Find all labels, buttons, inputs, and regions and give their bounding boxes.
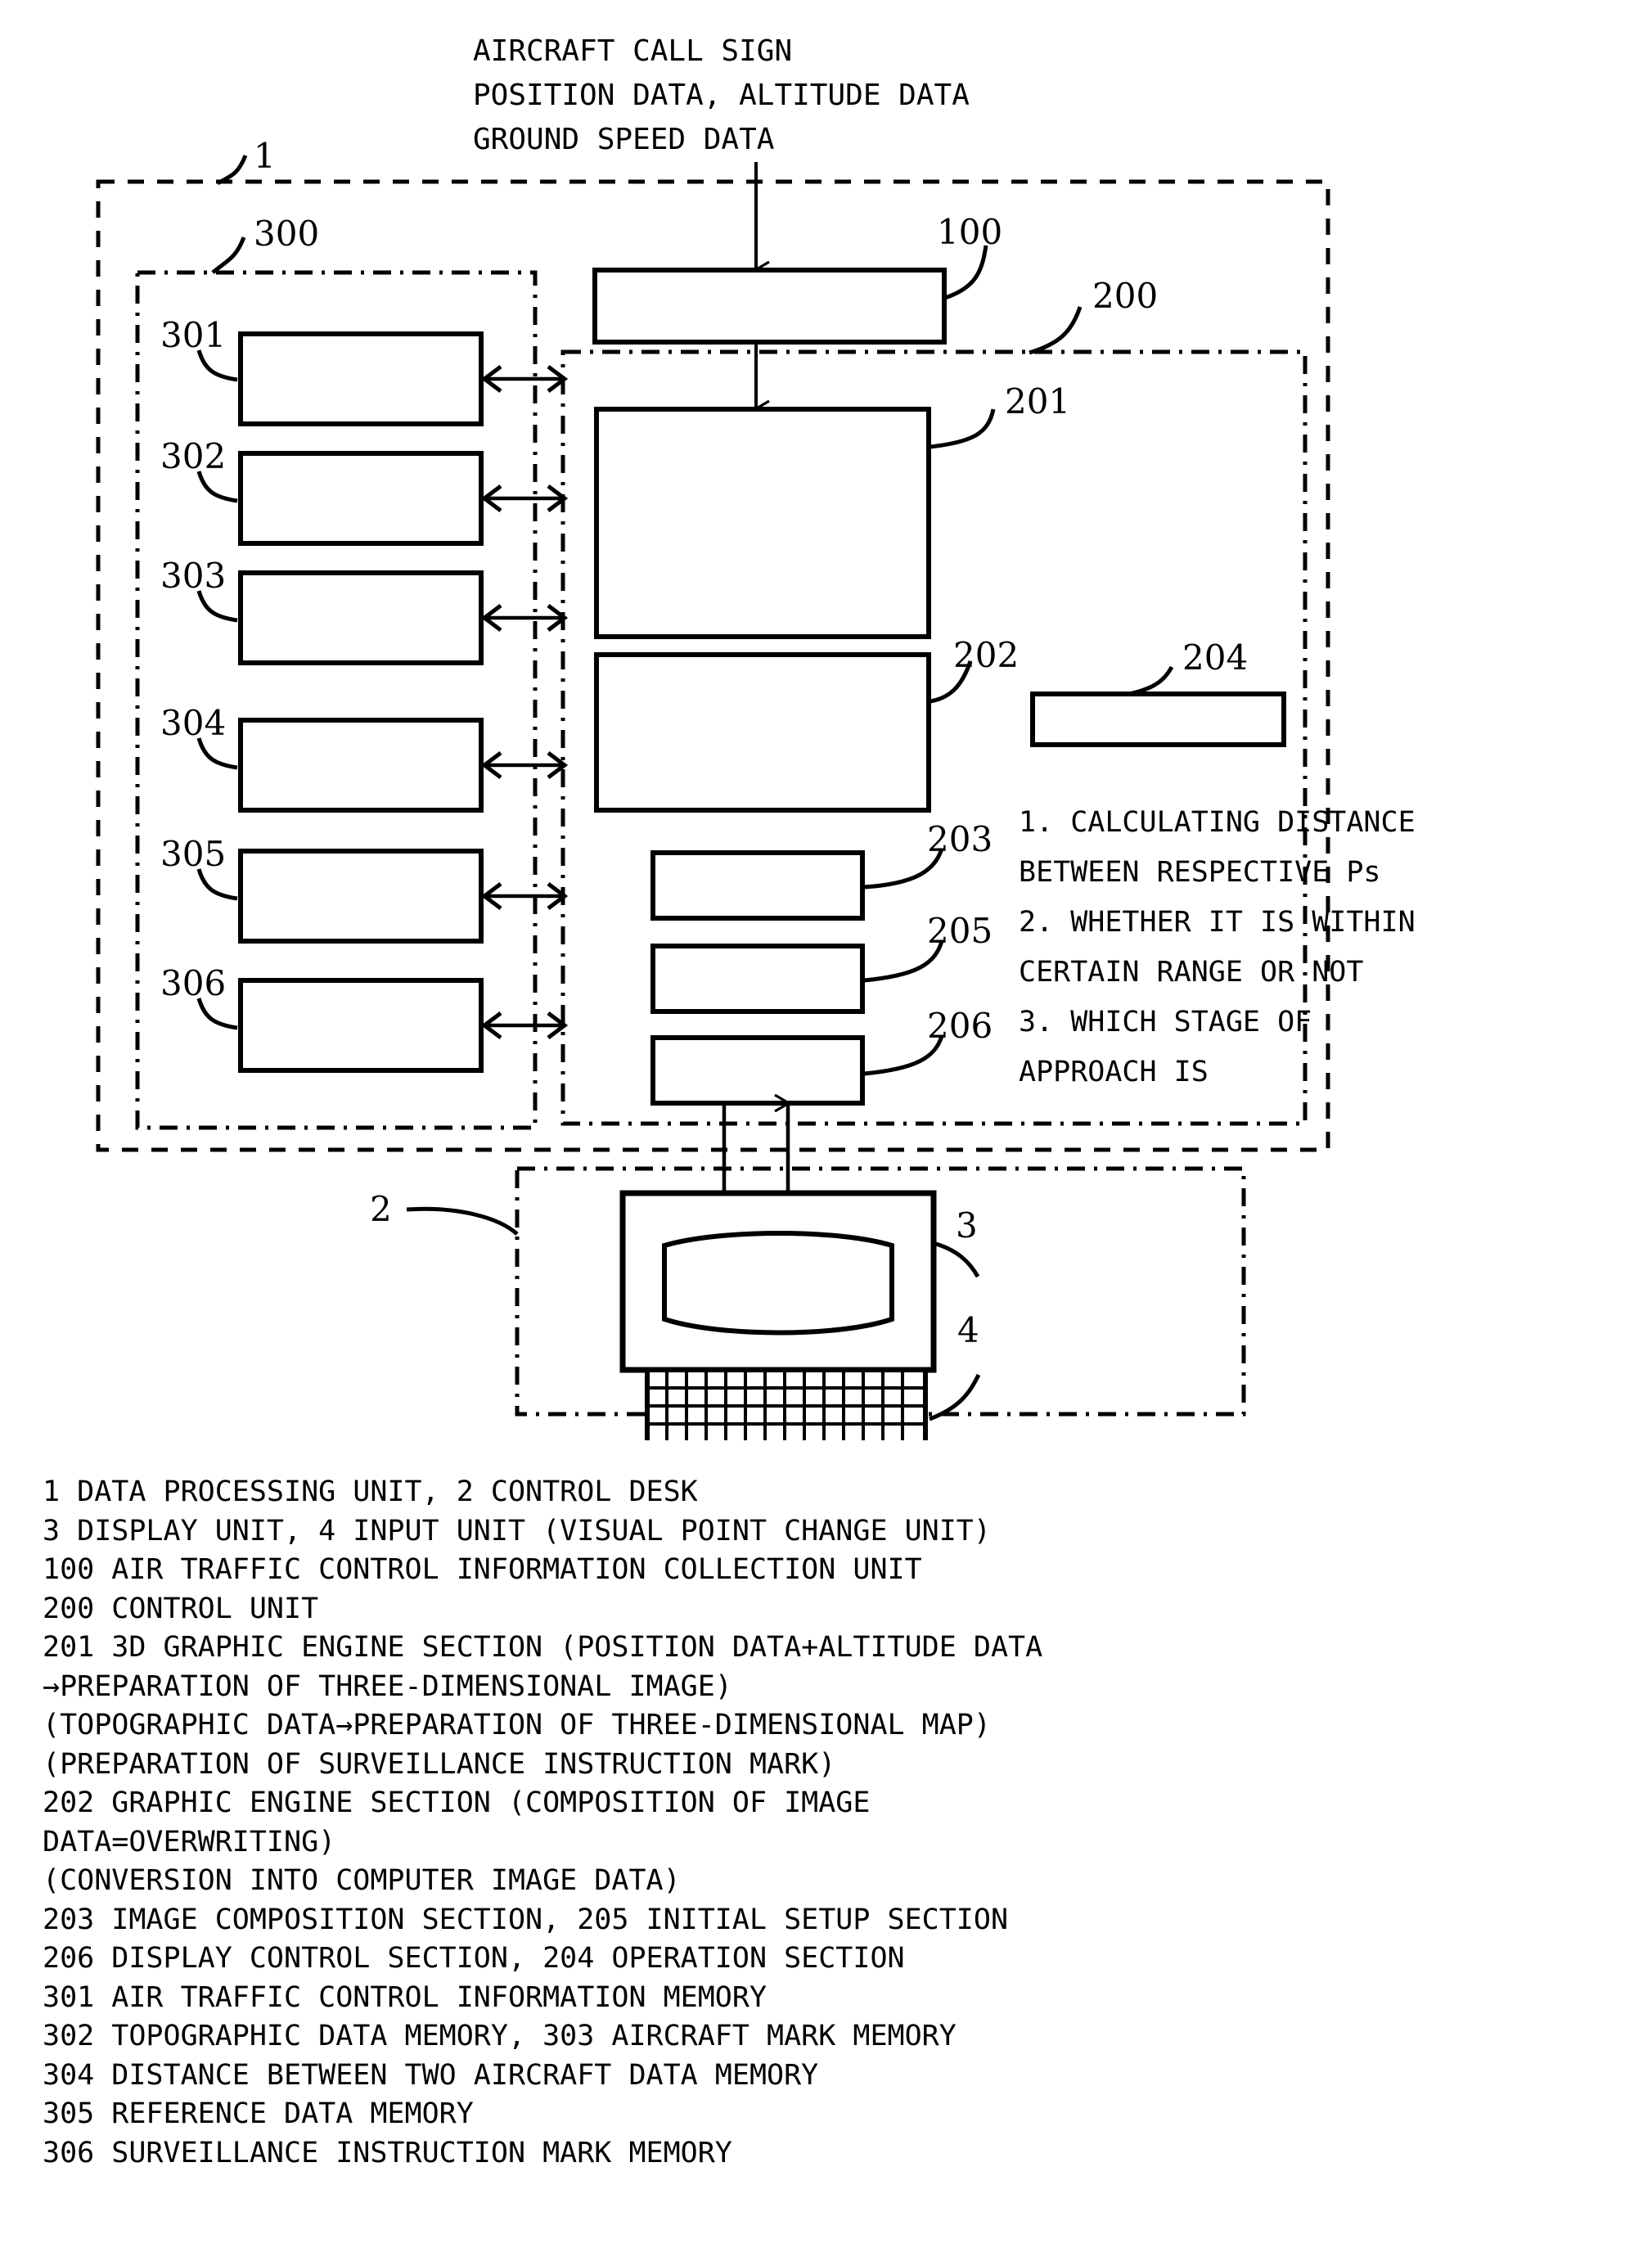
calc-note-2: BETWEEN RESPECTIVE Ps — [1019, 856, 1381, 889]
ref-label-303: 303 — [160, 556, 226, 596]
reference-numeral-legend: 1 DATA PROCESSING UNIT, 2 CONTROL DESK 3… — [43, 1473, 1597, 2173]
leader-1 — [216, 155, 248, 186]
calculation-notes: 1. CALCULATING DISTANCE BETWEEN RESPECTI… — [1019, 798, 1652, 1097]
legend-line-12: 203 IMAGE COMPOSITION SECTION, 205 INITI… — [43, 1903, 1009, 1936]
box-distance-data-memory-304 — [238, 718, 484, 813]
ref-label-1: 1 — [254, 136, 276, 176]
ref-label-203: 203 — [927, 819, 993, 859]
leader-204 — [1128, 665, 1174, 696]
calc-note-6: APPROACH IS — [1019, 1056, 1209, 1088]
box-collection-unit-100 — [592, 268, 947, 345]
ref-label-100: 100 — [937, 212, 1002, 252]
display-unit-screen — [662, 1231, 894, 1336]
ref-label-206: 206 — [927, 1006, 993, 1046]
leader-100 — [944, 245, 988, 300]
box-graphic-engine-202 — [594, 652, 931, 813]
ref-label-306: 306 — [160, 963, 226, 1003]
leader-300 — [211, 237, 246, 274]
box-topographic-data-memory-302 — [238, 451, 484, 546]
ref-label-2: 2 — [370, 1189, 392, 1229]
box-3d-graphic-engine-201 — [594, 407, 931, 639]
legend-line-4: 200 CONTROL UNIT — [43, 1592, 319, 1625]
patent-figure-page: AIRCRAFT CALL SIGN POSITION DATA, ALTITU… — [0, 0, 1652, 2257]
box-reference-data-memory-305 — [238, 849, 484, 944]
legend-line-1: 1 DATA PROCESSING UNIT, 2 CONTROL DESK — [43, 1475, 698, 1508]
block-diagram-svg: 1 300 100 200 201 202 204 203 205 206 30… — [96, 136, 1330, 1440]
calc-note-5: 3. WHICH STAGE OF — [1019, 1006, 1312, 1038]
leader-200 — [1029, 306, 1083, 355]
legend-line-2: 3 DISPLAY UNIT, 4 INPUT UNIT (VISUAL POI… — [43, 1514, 991, 1547]
box-display-control-206 — [650, 1035, 865, 1106]
ref-label-205: 205 — [927, 911, 993, 951]
legend-line-13: 206 DISPLAY CONTROL SECTION, 204 OPERATI… — [43, 1942, 905, 1975]
box-image-composition-203 — [650, 850, 865, 921]
leader-201 — [930, 408, 996, 449]
legend-line-10: DATA=OVERWRITING) — [43, 1825, 336, 1858]
ref-label-204: 204 — [1182, 637, 1248, 678]
double-arrow-301 — [480, 365, 569, 393]
legend-line-7: (TOPOGRAPHIC DATA→PREPARATION OF THREE-D… — [43, 1709, 991, 1741]
calc-note-4: CERTAIN RANGE OR NOT — [1019, 956, 1364, 989]
legend-line-6: →PREPARATION OF THREE-DIMENSIONAL IMAGE) — [43, 1669, 732, 1703]
legend-line-16: 304 DISTANCE BETWEEN TWO AIRCRAFT DATA M… — [43, 2058, 819, 2092]
double-arrow-305 — [480, 882, 569, 910]
legend-line-11: (CONVERSION INTO COMPUTER IMAGE DATA) — [43, 1864, 681, 1897]
calc-note-1: 1. CALCULATING DISTANCE — [1019, 806, 1416, 839]
legend-line-14: 301 AIR TRAFFIC CONTROL INFORMATION MEMO… — [43, 1980, 767, 2014]
ref-label-302: 302 — [160, 436, 226, 476]
legend-line-17: 305 REFERENCE DATA MEMORY — [43, 2097, 474, 2130]
legend-line-8: (PREPARATION OF SURVEILLANCE INSTRUCTION… — [43, 1747, 836, 1781]
ref-label-202: 202 — [953, 635, 1019, 675]
double-arrow-302 — [480, 484, 569, 512]
leader-3 — [935, 1241, 980, 1278]
box-aircraft-mark-memory-303 — [238, 570, 484, 665]
ref-label-3: 3 — [956, 1205, 978, 1246]
legend-line-5: 201 3D GRAPHIC ENGINE SECTION (POSITION … — [43, 1631, 1043, 1664]
double-arrow-304 — [480, 751, 569, 779]
legend-line-18: 306 SURVEILLANCE INSTRUCTION MARK MEMORY — [43, 2136, 732, 2169]
box-atc-info-memory-301 — [238, 331, 484, 426]
legend-line-9: 202 GRAPHIC ENGINE SECTION (COMPOSITION … — [43, 1786, 871, 1819]
input-unit-keyboard — [645, 1367, 928, 1440]
ref-label-200: 200 — [1092, 276, 1158, 316]
leader-2 — [406, 1206, 519, 1236]
ref-label-4: 4 — [957, 1310, 979, 1350]
ref-label-304: 304 — [160, 703, 226, 743]
double-arrow-303 — [480, 604, 569, 632]
calc-note-3: 2. WHETHER IT IS WITHIN — [1019, 906, 1416, 939]
ref-label-201: 201 — [1005, 381, 1070, 421]
box-operation-section-204 — [1030, 692, 1286, 747]
legend-line-3: 100 AIR TRAFFIC CONTROL INFORMATION COLL… — [43, 1553, 922, 1586]
box-initial-setup-205 — [650, 944, 865, 1014]
legend-line-15: 302 TOPOGRAPHIC DATA MEMORY, 303 AIRCRAF… — [43, 2020, 957, 2052]
ref-label-301: 301 — [160, 315, 226, 355]
ref-label-300: 300 — [254, 214, 319, 254]
ref-label-305: 305 — [160, 834, 226, 874]
double-arrow-306 — [480, 1011, 569, 1039]
box-surveillance-mark-memory-306 — [238, 978, 484, 1073]
